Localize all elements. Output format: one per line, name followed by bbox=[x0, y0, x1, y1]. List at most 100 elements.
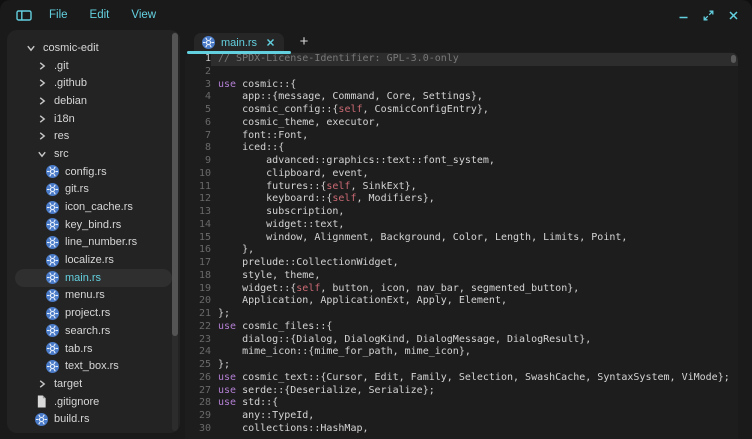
code-text: clipboard, event, bbox=[211, 168, 738, 181]
tree-item-label: key_bind.rs bbox=[65, 219, 121, 231]
line-number: 28 bbox=[185, 397, 211, 410]
new-tab-button[interactable]: + bbox=[296, 34, 312, 49]
chevron-down-icon[interactable] bbox=[24, 41, 37, 54]
tree-item--git[interactable]: .git bbox=[15, 57, 172, 75]
line-number: 1 bbox=[185, 53, 211, 66]
file-icon bbox=[35, 395, 48, 408]
line-number: 21 bbox=[185, 308, 211, 321]
toggle-sidebar-button[interactable] bbox=[12, 3, 36, 27]
close-button[interactable] bbox=[721, 3, 746, 27]
tree-item-label: res bbox=[54, 130, 69, 142]
tab-label: main.rs bbox=[221, 37, 257, 49]
code-text: use std::{ bbox=[211, 397, 738, 410]
tree-item-cosmic-edit[interactable]: cosmic-edit bbox=[15, 39, 172, 57]
tree-item-target[interactable]: target bbox=[15, 375, 172, 393]
tree-item-localize-rs[interactable]: localize.rs bbox=[15, 251, 172, 269]
line-number: 22 bbox=[185, 321, 211, 334]
tab-close-icon[interactable] bbox=[266, 38, 275, 47]
tree-item-line-number-rs[interactable]: line_number.rs bbox=[15, 234, 172, 252]
rust-file-icon bbox=[35, 413, 48, 426]
code-text: futures::{self, SinkExt}, bbox=[211, 181, 738, 194]
tree-item-menu-rs[interactable]: menu.rs bbox=[15, 287, 172, 305]
tree-item-key-bind-rs[interactable]: key_bind.rs bbox=[15, 216, 172, 234]
line-number: 4 bbox=[185, 91, 211, 104]
tree-item-debian[interactable]: debian bbox=[15, 92, 172, 110]
tree-item-search-rs[interactable]: search.rs bbox=[15, 322, 172, 340]
line-number: 18 bbox=[185, 270, 211, 283]
rust-file-icon bbox=[46, 183, 59, 196]
code-text: dialog::{Dialog, DialogKind, DialogMessa… bbox=[211, 334, 738, 347]
titlebar: FileEditView bbox=[0, 0, 752, 30]
tree-item-text-box-rs[interactable]: text_box.rs bbox=[15, 357, 172, 375]
code-text bbox=[211, 66, 738, 79]
menu-edit[interactable]: Edit bbox=[79, 4, 121, 26]
tree-item-build-rs[interactable]: build.rs bbox=[15, 410, 172, 428]
code-line-17: 17 prelude::CollectionWidget, bbox=[185, 257, 738, 270]
line-number: 12 bbox=[185, 193, 211, 206]
code-line-4: 4 app::{message, Command, Core, Settings… bbox=[185, 91, 738, 104]
code-editor[interactable]: 1// SPDX-License-Identifier: GPL-3.0-onl… bbox=[185, 52, 738, 439]
tree-item-label: main.rs bbox=[65, 272, 101, 284]
tree-item--gitignore[interactable]: .gitignore bbox=[15, 393, 172, 411]
code-line-15: 15 window, Alignment, Background, Color,… bbox=[185, 232, 738, 245]
chevron-right-icon[interactable] bbox=[35, 94, 48, 107]
line-number: 30 bbox=[185, 423, 211, 436]
chevron-right-icon[interactable] bbox=[35, 377, 48, 390]
tree-item-i18n[interactable]: i18n bbox=[15, 110, 172, 128]
tree-item-src[interactable]: src bbox=[15, 145, 172, 163]
tree-item-label: line_number.rs bbox=[65, 236, 137, 248]
code-line-24: 24 mime_icon::{mime_for_path, mime_icon}… bbox=[185, 346, 738, 359]
code-text: // SPDX-License-Identifier: GPL-3.0-only bbox=[211, 53, 738, 66]
code-line-14: 14 widget::text, bbox=[185, 219, 738, 232]
chevron-right-icon[interactable] bbox=[35, 112, 48, 125]
tab-main-rs[interactable]: main.rs bbox=[194, 33, 284, 52]
code-text: window, Alignment, Background, Color, Le… bbox=[211, 232, 738, 245]
rust-file-icon bbox=[46, 289, 59, 302]
line-number: 17 bbox=[185, 257, 211, 270]
code-line-30: 30 collections::HashMap, bbox=[185, 423, 738, 436]
line-number: 25 bbox=[185, 359, 211, 372]
code-text: advanced::graphics::text::font_system, bbox=[211, 155, 738, 168]
line-number: 9 bbox=[185, 155, 211, 168]
chevron-right-icon[interactable] bbox=[35, 77, 48, 90]
code-line-11: 11 futures::{self, SinkExt}, bbox=[185, 181, 738, 194]
rust-file-icon bbox=[46, 236, 59, 249]
tree-item-main-rs[interactable]: main.rs bbox=[15, 269, 172, 287]
chevron-right-icon[interactable] bbox=[35, 130, 48, 143]
code-text: }, bbox=[211, 244, 738, 257]
code-text: collections::HashMap, bbox=[211, 423, 738, 436]
tree-item-label: config.rs bbox=[65, 166, 107, 178]
tree-item-git-rs[interactable]: git.rs bbox=[15, 181, 172, 199]
tree-item-label: tab.rs bbox=[65, 343, 93, 355]
tree-item-res[interactable]: res bbox=[15, 127, 172, 145]
minimize-icon bbox=[678, 10, 689, 21]
sidebar-scrollbar-thumb[interactable] bbox=[172, 33, 178, 336]
tree-item-config-rs[interactable]: config.rs bbox=[15, 163, 172, 181]
tree-item-label: target bbox=[54, 378, 82, 390]
rust-file-icon bbox=[46, 218, 59, 231]
minimize-button[interactable] bbox=[671, 3, 696, 27]
menu-file[interactable]: File bbox=[38, 4, 79, 26]
rust-file-icon bbox=[46, 165, 59, 178]
line-number: 16 bbox=[185, 244, 211, 257]
line-number: 5 bbox=[185, 104, 211, 117]
maximize-button[interactable] bbox=[696, 3, 721, 27]
rust-file-icon bbox=[202, 36, 215, 49]
sidebar-scrollbar[interactable] bbox=[172, 32, 178, 431]
code-line-8: 8 iced::{ bbox=[185, 142, 738, 155]
code-line-25: 25}; bbox=[185, 359, 738, 372]
line-number: 24 bbox=[185, 346, 211, 359]
chevron-down-icon[interactable] bbox=[35, 147, 48, 160]
menu-view[interactable]: View bbox=[120, 4, 167, 26]
code-line-7: 7 font::Font, bbox=[185, 130, 738, 143]
code-line-20: 20 Application, ApplicationExt, Apply, E… bbox=[185, 295, 738, 308]
tree-item-tab-rs[interactable]: tab.rs bbox=[15, 340, 172, 358]
tree-item-label: src bbox=[54, 148, 69, 160]
editor-scrollbar-thumb[interactable] bbox=[731, 55, 736, 63]
code-line-2: 2 bbox=[185, 66, 738, 79]
tree-item--github[interactable]: .github bbox=[15, 74, 172, 92]
chevron-right-icon[interactable] bbox=[35, 59, 48, 72]
code-text: font::Font, bbox=[211, 130, 738, 143]
tree-item-project-rs[interactable]: project.rs bbox=[15, 304, 172, 322]
tree-item-icon-cache-rs[interactable]: icon_cache.rs bbox=[15, 198, 172, 216]
